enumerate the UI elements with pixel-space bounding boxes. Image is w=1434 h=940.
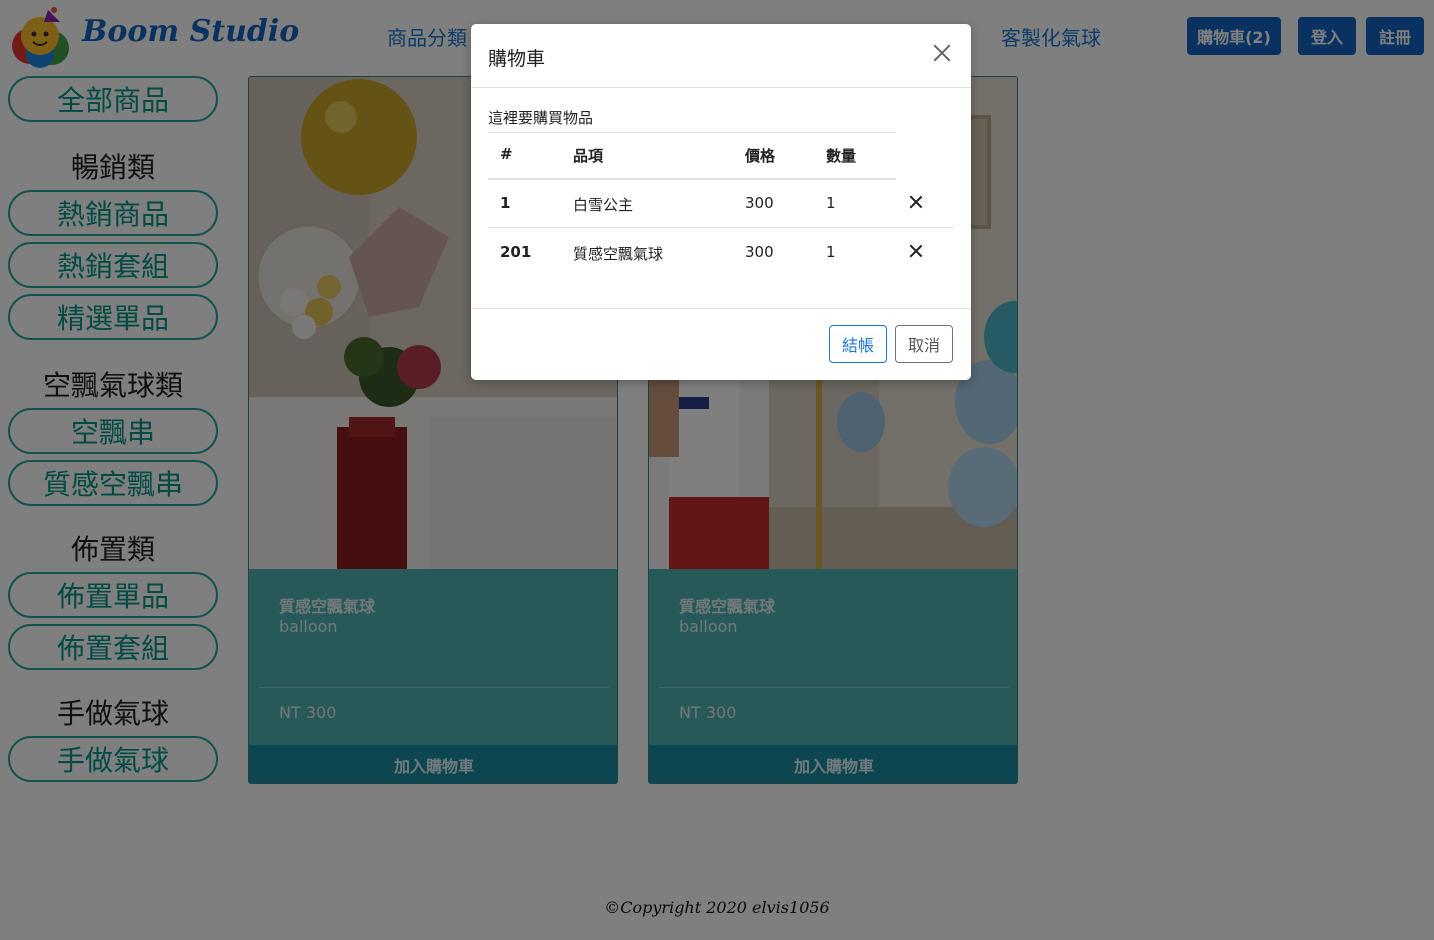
cart-modal: 購物車 這裡要購買物品 # 品項 價格 數量 1 白雪公主 300 1 201 … bbox=[471, 24, 971, 380]
column-header-number: # bbox=[500, 145, 513, 163]
row-price: 300 bbox=[745, 243, 774, 261]
column-header-quantity: 數量 bbox=[826, 147, 857, 165]
table-row: 1 白雪公主 300 1 bbox=[488, 179, 954, 228]
checkout-button[interactable]: 結帳 bbox=[829, 325, 887, 363]
close-icon[interactable] bbox=[929, 40, 955, 66]
column-header-price: 價格 bbox=[745, 147, 776, 165]
table-row: 201 質感空飄氣球 300 1 bbox=[488, 228, 954, 277]
modal-title: 購物車 bbox=[488, 48, 546, 70]
row-number: 1 bbox=[500, 194, 511, 212]
cancel-button[interactable]: 取消 bbox=[895, 325, 953, 363]
row-quantity: 1 bbox=[826, 194, 836, 212]
remove-item-icon[interactable] bbox=[909, 195, 923, 209]
modal-footer: 結帳 取消 bbox=[471, 308, 971, 380]
remove-item-icon[interactable] bbox=[909, 244, 923, 258]
row-number: 201 bbox=[500, 243, 532, 261]
modal-header: 購物車 bbox=[471, 24, 971, 88]
row-item: 質感空飄氣球 bbox=[573, 245, 664, 263]
cart-table-header: # 品項 價格 數量 bbox=[488, 130, 896, 180]
column-header-item: 品項 bbox=[573, 147, 604, 165]
row-price: 300 bbox=[745, 194, 774, 212]
row-item: 白雪公主 bbox=[573, 196, 634, 214]
row-quantity: 1 bbox=[826, 243, 836, 261]
